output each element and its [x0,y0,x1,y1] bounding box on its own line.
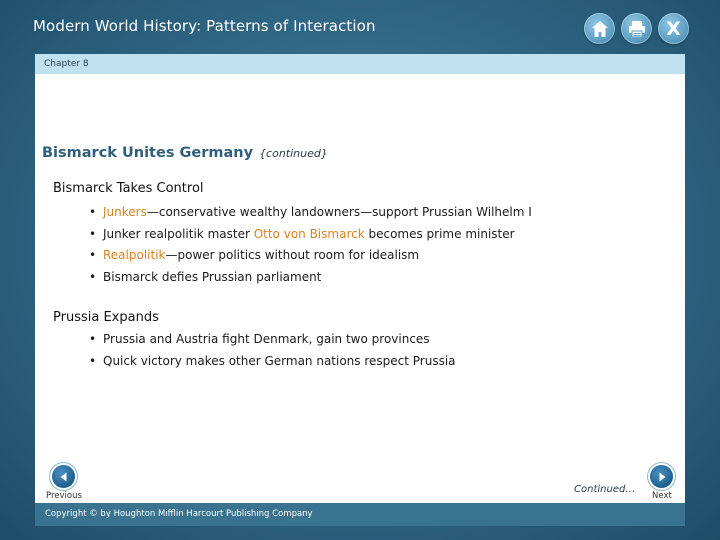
bullet-text: —conservative wealthy landowners—support… [146,205,532,219]
chapter-bar: Chapter 8 [35,54,685,74]
bullet-text: becomes prime minister [364,226,515,241]
chapter-label: Chapter 8 [44,59,89,69]
slide-title-text: Bismarck Unites Germany [42,145,254,161]
header-title: Modern World History: Patterns of Intera… [33,17,376,35]
bullet-marker: • [89,332,97,346]
highlighted-term: Otto von Bismarck [253,226,365,241]
print-button[interactable] [621,13,652,44]
print-icon [628,20,645,37]
section-heading: Bismarck Takes Control [53,181,204,196]
bullet-marker: • [89,269,97,284]
home-icon [591,20,608,37]
bullet-item: • Junker realpolitik master Otto von Bism… [89,224,532,246]
next-button[interactable] [650,465,673,488]
home-button[interactable] [584,13,615,44]
previous-button[interactable] [52,465,75,488]
bullet-marker: • [89,226,97,241]
bullet-text: —power politics without room for idealis… [165,248,420,262]
continued-label: Continued… [574,484,636,495]
bullet-marker: • [89,353,97,368]
previous-label[interactable]: Previous [46,491,82,501]
close-button[interactable]: X [658,13,689,44]
close-icon: X [666,17,681,40]
bullet-list: • Junkers—conservative wealthy landowners… [89,202,532,288]
bullet-item: • Realpolitik—power politics without room… [89,245,532,267]
bullet-item: • Bismarck defies Prussian parliament [89,267,532,289]
bullet-text: Quick victory makes other German nations… [103,353,456,368]
bullet-list: • Prussia and Austria fight Denmark, gain… [89,329,456,372]
next-label[interactable]: Next [652,491,672,501]
bullet-text: Prussia and Austria fight Denmark, gain … [103,332,430,346]
copyright-text: Copyright © by Houghton Mifflin Harcourt… [45,509,313,519]
header-nav-icons: X [584,13,689,44]
bullet-text: Junker realpolitik master [103,226,254,241]
arrow-left-icon [60,472,66,481]
bullet-item: • Quick victory makes other German nation… [89,351,456,373]
slide-panel: Chapter 8 Bismarck Unites Germany {contin… [35,54,685,503]
arrow-right-icon [659,472,665,481]
bullet-item: • Prussia and Austria fight Denmark, gain… [89,329,456,351]
footer-bar: Copyright © by Houghton Mifflin Harcourt… [35,503,685,526]
slide-title-suffix: {continued} [259,147,328,160]
bullet-item: • Junkers—conservative wealthy landowners… [89,202,532,224]
section-heading: Prussia Expands [53,310,159,325]
slide-title: Bismarck Unites Germany {continued} [42,145,328,161]
bullet-marker: • [89,205,97,219]
bullet-marker: • [89,248,97,262]
highlighted-term: Junkers [103,205,147,219]
bullet-text: Bismarck defies Prussian parliament [103,269,322,284]
highlighted-term: Realpolitik [103,248,166,262]
